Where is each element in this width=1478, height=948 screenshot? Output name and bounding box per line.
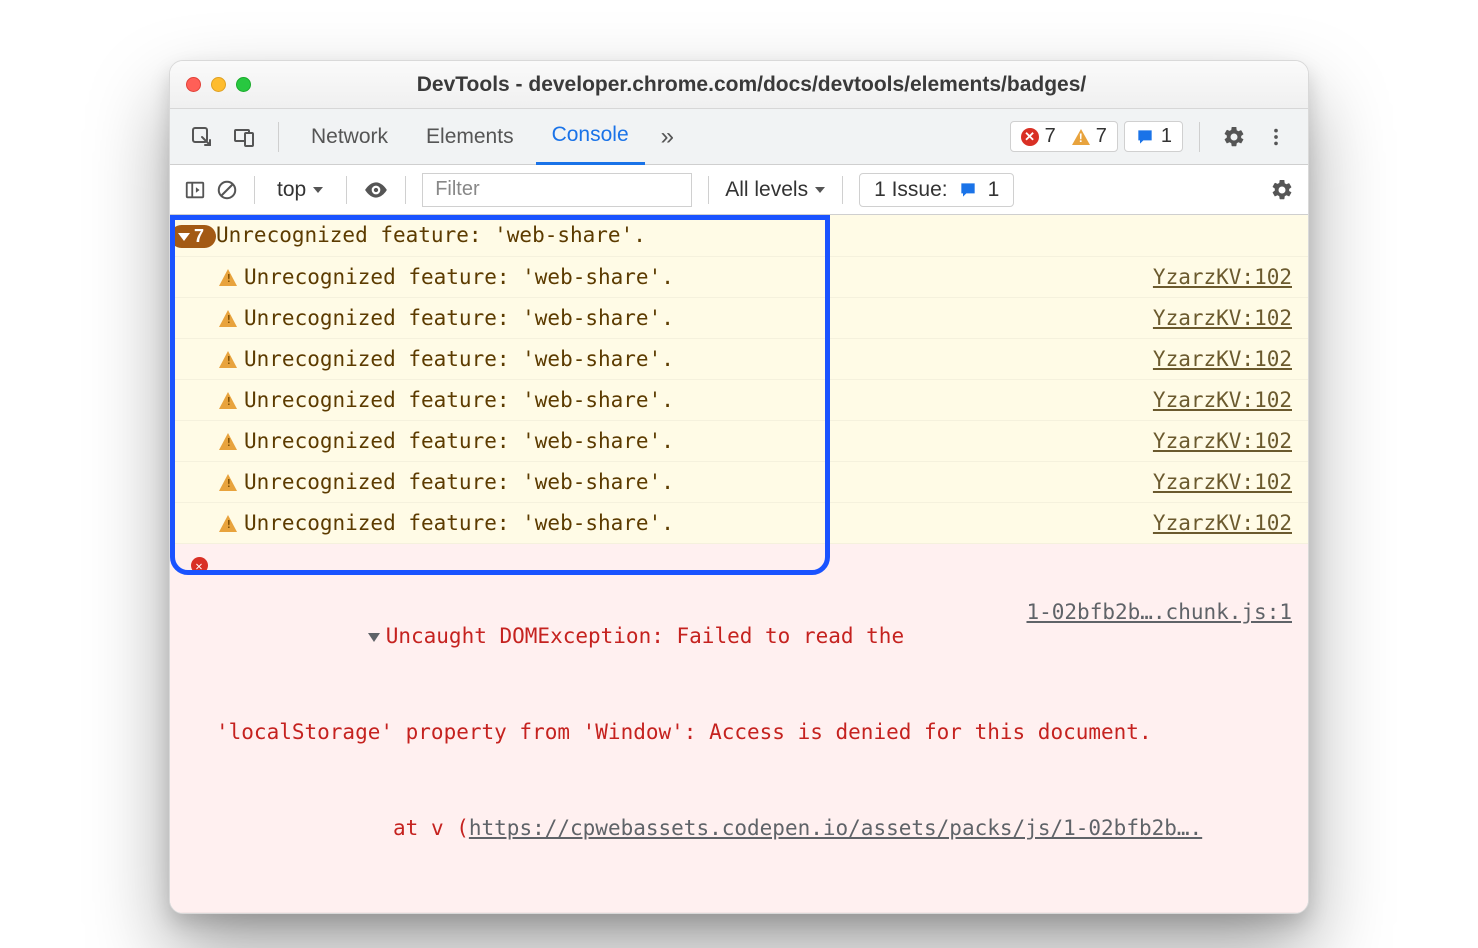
warning-row: Unrecognized feature: 'web-share'. Yzarz… [170,298,1308,339]
divider [278,122,279,152]
tab-network[interactable]: Network [295,109,404,165]
source-link[interactable]: YzarzKV:102 [1153,429,1292,453]
chevron-down-icon [178,233,190,241]
issues-counter[interactable]: 1 [1124,121,1183,152]
more-tabs-icon[interactable]: » [651,123,684,151]
devtools-tabs-bar: Network Elements Console » ✕ 7 7 1 [170,109,1308,165]
window-title: DevTools - developer.chrome.com/docs/dev… [271,73,1292,97]
source-link[interactable]: YzarzKV:102 [1153,388,1292,412]
warning-row: Unrecognized feature: 'web-share'. Yzarz… [170,421,1308,462]
stack-trace-link[interactable]: https://cpwebassets.codepen.io/assets/pa… [469,816,1202,840]
warning-message: Unrecognized feature: 'web-share'. [244,511,1141,535]
issues-num: 1 [988,178,1000,202]
warning-icon [219,433,237,450]
warning-icon [219,474,237,491]
devtools-window: DevTools - developer.chrome.com/docs/dev… [169,60,1309,914]
warning-icon [219,310,237,327]
error-warning-counter[interactable]: ✕ 7 7 [1010,121,1118,152]
levels-label: All levels [725,178,808,202]
console-output: 7 Unrecognized feature: 'web-share'. Unr… [170,215,1308,913]
warning-message: Unrecognized feature: 'web-share'. [244,347,1141,371]
warning-message: Unrecognized feature: 'web-share'. [216,223,1292,247]
kebab-menu-icon[interactable] [1258,119,1294,155]
device-toolbar-icon[interactable] [226,119,262,155]
filter-input[interactable] [422,173,692,207]
warning-message: Unrecognized feature: 'web-share'. [244,429,1141,453]
traffic-lights [186,77,251,92]
issues-count: 1 [1161,125,1172,148]
source-link[interactable]: YzarzKV:102 [1153,347,1292,371]
warning-row: Unrecognized feature: 'web-share'. Yzarz… [170,462,1308,503]
warning-message: Unrecognized feature: 'web-share'. [244,470,1141,494]
context-selector[interactable]: top [271,176,330,204]
console-settings-icon[interactable] [1270,178,1294,202]
error-message: Uncaught DOMException: Failed to read th… [216,552,1292,912]
expand-group-toggle[interactable]: 7 [170,225,216,248]
toggle-sidebar-icon[interactable] [184,179,206,201]
titlebar: DevTools - developer.chrome.com/docs/dev… [170,61,1308,109]
tab-console[interactable]: Console [536,109,645,165]
warning-message: Unrecognized feature: 'web-share'. [244,388,1141,412]
warning-row: Unrecognized feature: 'web-share'. Yzarz… [170,257,1308,298]
warning-row: Unrecognized feature: 'web-share'. Yzarz… [170,339,1308,380]
source-link[interactable]: 1-02bfb2b….chunk.js:1 [1026,600,1292,672]
issue-icon [958,180,978,200]
warning-icon [219,515,237,532]
warning-row: Unrecognized feature: 'web-share'. Yzarz… [170,380,1308,421]
issues-pill[interactable]: 1 Issue: 1 [859,173,1014,207]
error-row: ✕ Uncaught DOMException: Failed to read … [170,544,1308,913]
warning-group-header[interactable]: 7 Unrecognized feature: 'web-share'. [170,215,1308,257]
maximize-window-button[interactable] [236,77,251,92]
tab-elements[interactable]: Elements [410,109,530,165]
issues-label: 1 Issue: [874,178,948,202]
source-link[interactable]: YzarzKV:102 [1153,306,1292,330]
warning-icon [1072,129,1090,145]
console-toolbar: top All levels 1 Issue: 1 [170,165,1308,215]
inspect-element-icon[interactable] [184,119,220,155]
divider [1199,122,1200,152]
error-icon: ✕ [1021,128,1039,146]
source-link[interactable]: YzarzKV:102 [1153,470,1292,494]
close-window-button[interactable] [186,77,201,92]
context-label: top [277,178,306,202]
warning-message: Unrecognized feature: 'web-share'. [244,265,1141,289]
warning-message: Unrecognized feature: 'web-share'. [244,306,1141,330]
minimize-window-button[interactable] [211,77,226,92]
error-count: 7 [1045,125,1056,148]
log-levels-selector[interactable]: All levels [725,178,826,202]
warning-icon [219,392,237,409]
dropdown-icon [312,185,324,195]
chevron-down-icon[interactable] [368,633,380,642]
clear-console-icon[interactable] [216,179,238,201]
source-link[interactable]: YzarzKV:102 [1153,265,1292,289]
settings-icon[interactable] [1216,119,1252,155]
warning-icon [219,269,237,286]
warning-icon [219,351,237,368]
warning-count: 7 [1096,125,1107,148]
issue-icon [1135,127,1155,147]
warning-row: Unrecognized feature: 'web-share'. Yzarz… [170,503,1308,544]
dropdown-icon [814,185,826,195]
live-expression-icon[interactable] [363,177,389,203]
error-icon: ✕ [191,557,208,574]
group-count: 7 [194,226,204,247]
source-link[interactable]: YzarzKV:102 [1153,511,1292,535]
